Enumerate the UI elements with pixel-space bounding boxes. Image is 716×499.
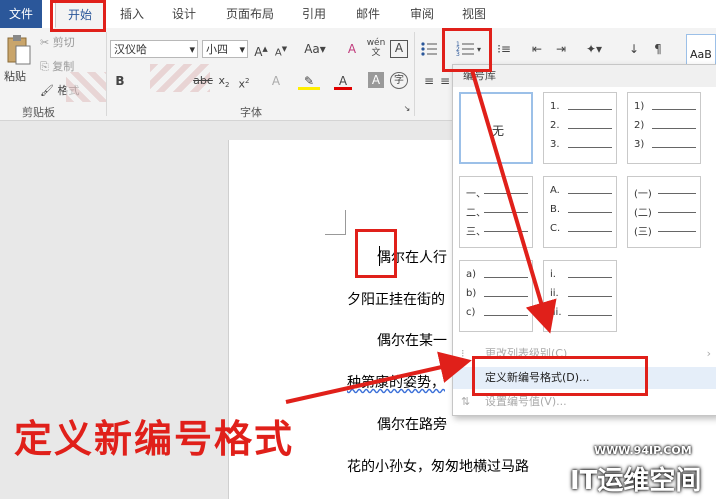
watermark-url: WWW.94IP.COM — [594, 444, 692, 457]
annotation-caption: 定义新编号格式 — [14, 416, 295, 461]
arrow-from-caption — [285, 351, 472, 404]
watermark-brand: IT运维空间 — [570, 466, 702, 496]
arrow-to-define-new — [470, 69, 557, 334]
